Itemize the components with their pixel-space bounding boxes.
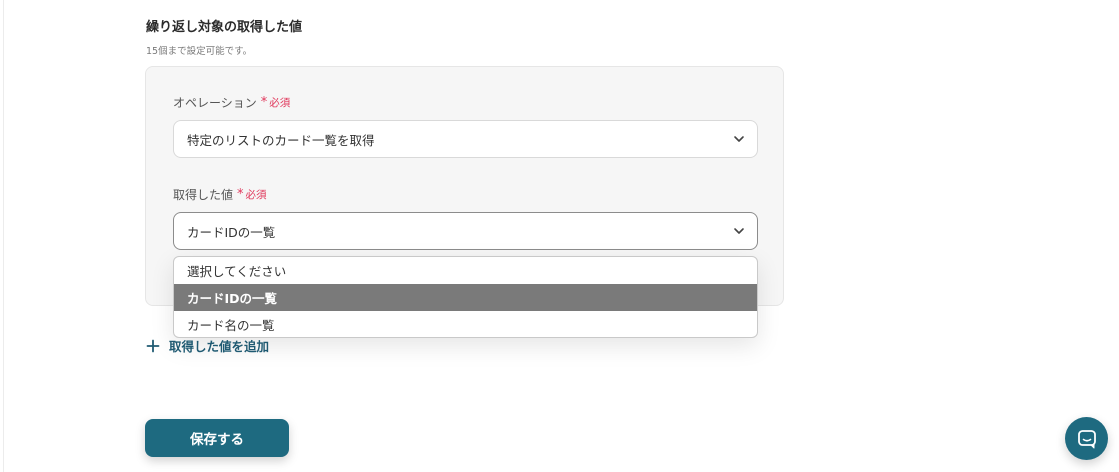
section-note: 15個まで設定可能です。 (146, 46, 253, 57)
chat-widget-button[interactable] (1065, 417, 1108, 460)
operation-label: オペレーション * 必須 (173, 94, 290, 111)
dropdown-option-placeholder[interactable]: 選択してください (174, 257, 757, 284)
required-text: 必須 (245, 189, 267, 201)
add-retrieved-value-label: 取得した値を追加 (169, 339, 270, 354)
retrieved-value-label-text: 取得した値 (173, 188, 234, 202)
plus-icon (146, 339, 160, 352)
retrieved-value-dropdown: 選択してください カードIDの一覧 カード名の一覧 (173, 256, 758, 338)
chat-bubble-icon (1077, 429, 1096, 448)
chevron-down-icon (734, 228, 744, 234)
operation-select-value: 特定のリストのカード一覧を取得 (187, 132, 375, 148)
retrieved-value-select-value: カードIDの一覧 (187, 224, 276, 240)
dropdown-option-card-name-list[interactable]: カード名の一覧 (174, 311, 757, 337)
operation-label-text: オペレーション (173, 96, 257, 110)
retrieved-value-select[interactable]: カードIDの一覧 (173, 212, 758, 250)
chevron-down-icon (734, 136, 744, 142)
save-button[interactable]: 保存する (145, 419, 289, 457)
section-title: 繰り返し対象の取得した値 (146, 20, 303, 35)
required-text: 必須 (269, 97, 291, 109)
required-asterisk: * (260, 95, 268, 110)
add-retrieved-value-link[interactable]: 取得した値を追加 (146, 336, 269, 355)
retrieved-value-label: 取得した値 * 必須 (173, 186, 267, 203)
required-asterisk: * (237, 187, 244, 202)
dropdown-option-card-id-list[interactable]: カードIDの一覧 (174, 284, 757, 311)
left-divider (3, 0, 4, 472)
operation-select[interactable]: 特定のリストのカード一覧を取得 (173, 120, 758, 158)
